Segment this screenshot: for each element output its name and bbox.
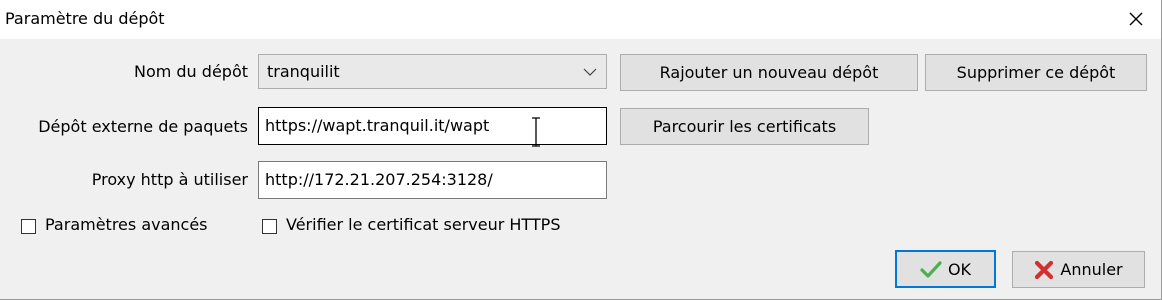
close-icon bbox=[1129, 12, 1143, 26]
ok-button[interactable]: OK bbox=[895, 250, 996, 288]
delete-repo-button[interactable]: Supprimer ce dépôt bbox=[925, 54, 1147, 91]
dialog-title: Paramètre du dépôt bbox=[5, 9, 165, 28]
verify-https-checkbox[interactable] bbox=[262, 219, 277, 234]
repo-name-value: tranquilit bbox=[267, 62, 340, 81]
external-repo-value: https://wapt.tranquil.it/wapt bbox=[265, 116, 490, 135]
external-repo-input[interactable]: https://wapt.tranquil.it/wapt bbox=[258, 107, 607, 145]
proxy-value: http://172.21.207.254:3128/ bbox=[265, 170, 493, 189]
title-bar: Paramètre du dépôt bbox=[0, 0, 1161, 39]
repo-name-select[interactable]: tranquilit bbox=[258, 54, 607, 89]
advanced-settings-label[interactable]: Paramètres avancés bbox=[45, 215, 208, 234]
browse-certificates-button[interactable]: Parcourir les certificats bbox=[620, 108, 869, 145]
proxy-input[interactable]: http://172.21.207.254:3128/ bbox=[258, 161, 607, 199]
text-cursor-icon bbox=[532, 117, 540, 147]
proxy-label: Proxy http à utiliser bbox=[91, 170, 248, 189]
cancel-label: Annuler bbox=[1060, 260, 1123, 279]
close-button[interactable] bbox=[1117, 2, 1155, 36]
ok-label: OK bbox=[947, 259, 972, 279]
browse-certificates-label: Parcourir les certificats bbox=[652, 117, 837, 136]
checkmark-icon bbox=[920, 261, 942, 278]
delete-repo-label: Supprimer ce dépôt bbox=[956, 63, 1116, 82]
advanced-settings-checkbox[interactable] bbox=[21, 219, 36, 234]
red-x-icon bbox=[1035, 260, 1054, 279]
cancel-button[interactable]: Annuler bbox=[1012, 251, 1145, 288]
repo-name-label: Nom du dépôt bbox=[133, 62, 248, 81]
verify-https-label[interactable]: Vérifier le certificat serveur HTTPS bbox=[286, 215, 560, 234]
add-repo-label: Rajouter un nouveau dépôt bbox=[659, 63, 879, 82]
add-repo-button[interactable]: Rajouter un nouveau dépôt bbox=[620, 54, 918, 91]
repository-settings-dialog: Paramètre du dépôt Nom du dépôt tranquil… bbox=[0, 0, 1162, 300]
external-repo-label: Dépôt externe de paquets bbox=[38, 117, 248, 136]
chevron-down-icon bbox=[583, 68, 597, 76]
